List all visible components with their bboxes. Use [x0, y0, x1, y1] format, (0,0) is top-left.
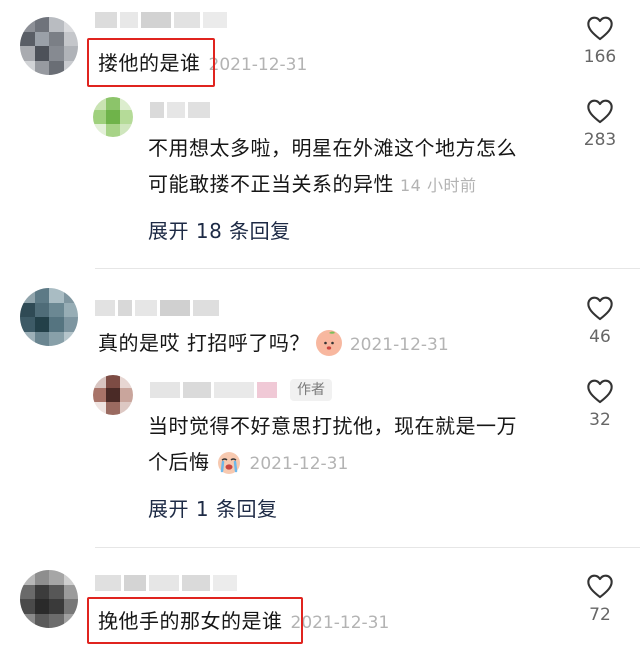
crying-emoji-icon: [216, 449, 242, 475]
comment-date: 2021-12-31: [349, 335, 449, 355]
comment-body: 真的是哎 打招呼了吗？: [98, 331, 310, 355]
comment-date: 2021-12-31: [290, 613, 390, 633]
divider: [95, 547, 640, 548]
expand-replies-link[interactable]: 展开 1 条回复: [148, 493, 277, 522]
reply-line-2: 可能敢搂不正当关系的异性: [148, 172, 394, 196]
like-count: 46: [589, 327, 611, 347]
heart-outline-icon: [587, 99, 613, 124]
username-blurred[interactable]: [95, 575, 237, 591]
heart-outline-icon: [587, 16, 613, 41]
divider: [95, 268, 640, 269]
like-button[interactable]: 166: [575, 15, 625, 67]
reply-line-1: 当时觉得不好意思打扰他，现在就是一万: [148, 414, 517, 438]
reply-line-1: 不用想太多啦，明星在外滩这个地方怎么: [148, 136, 517, 160]
avatar[interactable]: [20, 570, 78, 628]
avatar[interactable]: [20, 288, 78, 346]
like-button[interactable]: 46: [575, 295, 625, 347]
username-blurred[interactable]: [95, 300, 219, 316]
reply-like-button[interactable]: 283: [575, 98, 625, 150]
reply-like-button[interactable]: 32: [575, 378, 625, 430]
highlight-box: [87, 38, 215, 87]
heart-outline-icon: [587, 574, 613, 599]
reply-text: 不用想太多啦，明星在外滩这个地方怎么 可能敢搂不正当关系的异性 14 小时前: [148, 130, 568, 204]
like-count: 166: [583, 47, 617, 67]
author-badge: 作者: [290, 379, 332, 401]
reply-username-blurred[interactable]: [150, 102, 210, 118]
reply-avatar[interactable]: [93, 97, 133, 137]
peach-emoji-icon: [315, 330, 342, 356]
reply-text: 当时觉得不好意思打扰他，现在就是一万 个后悔 2021-12-31: [148, 408, 568, 482]
highlight-box: [87, 597, 303, 644]
like-count: 283: [583, 130, 617, 150]
comment-text: 真的是哎 打招呼了吗？ 2021-12-31: [98, 325, 449, 363]
avatar[interactable]: [20, 17, 78, 75]
reply-line-2: 个后悔: [148, 450, 210, 474]
reply-username-blurred[interactable]: [150, 382, 277, 398]
heart-outline-icon: [587, 296, 613, 321]
username-blurred[interactable]: [95, 12, 227, 28]
like-count: 72: [589, 605, 611, 625]
heart-outline-icon: [587, 379, 613, 404]
expand-replies-link[interactable]: 展开 18 条回复: [148, 215, 291, 244]
reply-date: 2021-12-31: [249, 454, 349, 474]
reply-avatar[interactable]: [93, 375, 133, 415]
comment-date: 2021-12-31: [208, 55, 308, 75]
like-count: 32: [589, 410, 611, 430]
reply-time: 14 小时前: [400, 176, 477, 195]
like-button[interactable]: 72: [575, 573, 625, 625]
